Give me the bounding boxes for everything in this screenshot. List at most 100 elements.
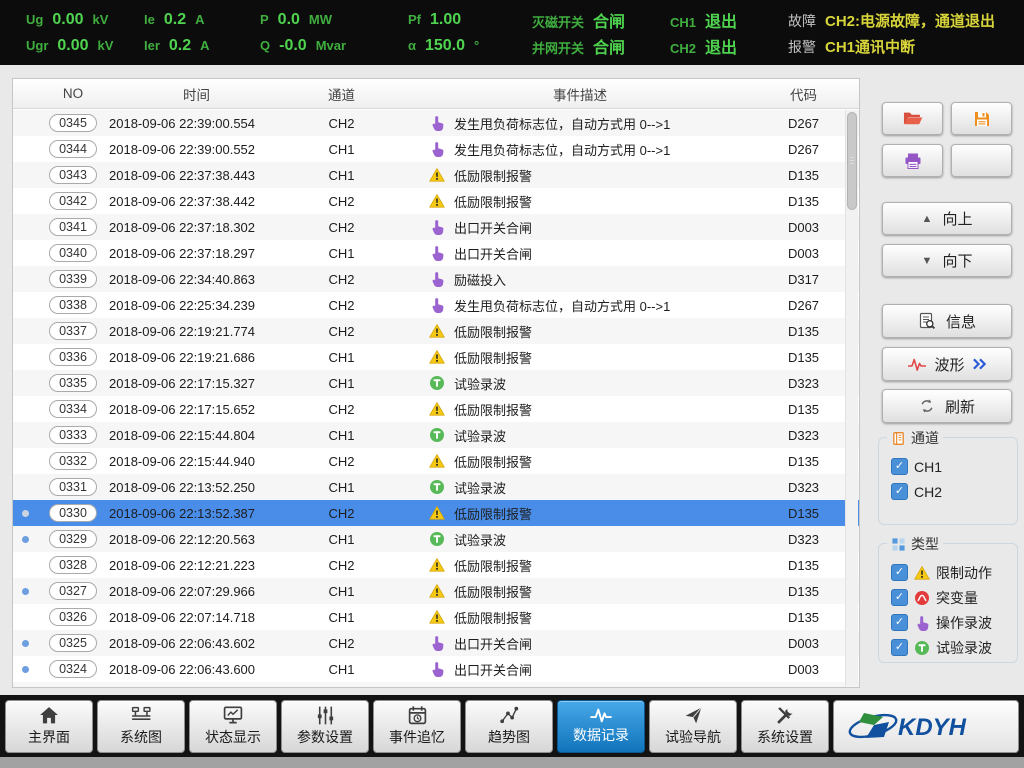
row-description: 出口开关合闸 — [399, 634, 761, 653]
type-checkbox-2[interactable]: ✓操作录波 — [891, 610, 1017, 635]
table-row[interactable]: 03362018-09-06 22:19:21.686CH1低励限制报警D135 — [13, 344, 859, 370]
row-time: 2018-09-06 22:19:21.686 — [109, 350, 284, 365]
open-file-button[interactable] — [882, 102, 943, 135]
row-number-badge: 0333 — [49, 426, 97, 444]
refresh-button[interactable]: 刷新 — [882, 389, 1012, 423]
scroll-up-button[interactable]: ▲ 向上 — [882, 202, 1012, 235]
brand-logo-button[interactable]: KDYH — [833, 700, 1019, 753]
nav-button-diagram[interactable]: 系统图 — [97, 700, 185, 753]
row-description: 低励限制报警 — [399, 608, 761, 627]
row-channel: CH2 — [284, 324, 399, 339]
table-row[interactable]: 03302018-09-06 22:13:52.387CH2低励限制报警D135 — [13, 500, 859, 526]
test-record-icon — [429, 375, 445, 391]
channel-checkbox-ch1[interactable]: ✓CH1 — [891, 454, 1017, 479]
checkbox-label: CH1 — [914, 459, 942, 475]
svg-text:KDYH: KDYH — [898, 714, 967, 741]
nav-button-home[interactable]: 主界面 — [5, 700, 93, 753]
table-row[interactable]: 03242018-09-06 22:06:43.600CH1出口开关合闸D003 — [13, 656, 859, 682]
type-checkbox-0[interactable]: ✓限制动作 — [891, 560, 1017, 585]
table-row[interactable]: 03282018-09-06 22:12:21.223CH2低励限制报警D135 — [13, 552, 859, 578]
row-channel: CH2 — [284, 402, 399, 417]
telemetry-cell: 故障CH2:电源故障，通道退出 — [788, 10, 1014, 31]
table-row[interactable]: 03352018-09-06 22:17:15.327CH1试验录波D323 — [13, 370, 859, 396]
scroll-down-button[interactable]: ▼ 向下 — [882, 244, 1012, 277]
nav-button-recall[interactable]: 事件追忆 — [373, 700, 461, 753]
table-row[interactable]: 03292018-09-06 22:12:20.563CH1试验录波D323 — [13, 526, 859, 552]
row-code: D003 — [761, 636, 846, 651]
nav-button-record[interactable]: 数据记录 — [557, 700, 645, 753]
info-label: 信息 — [946, 311, 976, 332]
row-number-cell: 0340 — [37, 244, 109, 262]
warning-icon — [429, 401, 445, 417]
row-code: D135 — [761, 506, 846, 521]
table-row[interactable]: 03392018-09-06 22:34:40.863CH2励磁投入D317 — [13, 266, 859, 292]
telemetry-unit: MW — [309, 12, 332, 27]
nav-button-monitor[interactable]: 状态显示 — [189, 700, 277, 753]
waveform-button[interactable]: 波形 — [882, 347, 1012, 381]
warning-icon — [429, 453, 445, 469]
table-row[interactable]: 03442018-09-06 22:39:00.552CH1发生甩负荷标志位，自… — [13, 136, 859, 162]
type-checkbox-1[interactable]: ✓突变量 — [891, 585, 1017, 610]
row-code: D135 — [761, 454, 846, 469]
row-number-cell: 0328 — [37, 556, 109, 574]
row-number-cell: 0338 — [37, 296, 109, 314]
triangle-down-icon: ▼ — [922, 255, 933, 267]
table-row[interactable]: 03432018-09-06 22:37:38.443CH1低励限制报警D135 — [13, 162, 859, 188]
table-row[interactable]: 03272018-09-06 22:07:29.966CH1低励限制报警D135 — [13, 578, 859, 604]
row-number-cell: 0343 — [37, 166, 109, 184]
bottom-strip — [0, 757, 1024, 768]
save-button[interactable] — [951, 102, 1012, 135]
table-row[interactable]: 03262018-09-06 22:07:14.718CH1低励限制报警D135 — [13, 604, 859, 630]
telemetry-label: 故障 — [788, 11, 816, 31]
settings-icon — [775, 705, 796, 726]
channel-checkbox-ch2[interactable]: ✓CH2 — [891, 479, 1017, 504]
scrollbar-track[interactable] — [845, 110, 858, 686]
row-description: 发生甩负荷标志位，自动方式用 0-->1 — [399, 140, 761, 159]
nav-button-sliders[interactable]: 参数设置 — [281, 700, 369, 753]
checkbox-label: 操作录波 — [936, 613, 992, 633]
table-row[interactable]: 03342018-09-06 22:17:15.652CH2低励限制报警D135 — [13, 396, 859, 422]
row-time: 2018-09-06 22:15:44.804 — [109, 428, 284, 443]
scroll-up-label: 向上 — [942, 208, 972, 229]
row-description-text: 出口开关合闸 — [454, 660, 532, 679]
row-channel: CH2 — [284, 454, 399, 469]
row-description-text: 低励限制报警 — [454, 400, 532, 419]
table-row[interactable]: 03332018-09-06 22:15:44.804CH1试验录波D323 — [13, 422, 859, 448]
column-header-1: NO — [37, 86, 109, 101]
nav-button-settings[interactable]: 系统设置 — [741, 700, 829, 753]
row-marker-cell — [13, 666, 37, 673]
row-description-text: 出口开关合闸 — [454, 244, 532, 263]
nav-button-trend[interactable]: 趋势图 — [465, 700, 553, 753]
telemetry-label: Ug — [26, 12, 43, 27]
row-number-badge: 0330 — [49, 504, 97, 522]
row-marker-dot — [22, 666, 29, 673]
nav-label: 试验导航 — [665, 727, 721, 747]
type-checkbox-3[interactable]: ✓试验录波 — [891, 635, 1017, 660]
table-row[interactable]: 03382018-09-06 22:25:34.239CH2发生甩负荷标志位，自… — [13, 292, 859, 318]
table-row[interactable]: 03322018-09-06 22:15:44.940CH2低励限制报警D135 — [13, 448, 859, 474]
info-button[interactable]: 信息 — [882, 304, 1012, 338]
nav-button-navigate[interactable]: 试验导航 — [649, 700, 737, 753]
table-row[interactable]: 03452018-09-06 22:39:00.554CH2发生甩负荷标志位，自… — [13, 110, 859, 136]
row-time: 2018-09-06 22:13:52.387 — [109, 506, 284, 521]
table-row[interactable]: 03372018-09-06 22:19:21.774CH2低励限制报警D135 — [13, 318, 859, 344]
row-marker-cell — [13, 588, 37, 595]
blank-button[interactable] — [951, 144, 1012, 177]
document-search-icon — [918, 312, 936, 330]
table-row[interactable]: 03312018-09-06 22:13:52.250CH1试验录波D323 — [13, 474, 859, 500]
table-row[interactable]: 03252018-09-06 22:06:43.602CH2出口开关合闸D003 — [13, 630, 859, 656]
table-row[interactable]: 03402018-09-06 22:37:18.297CH1出口开关合闸D003 — [13, 240, 859, 266]
row-number-badge: 0335 — [49, 374, 97, 392]
table-row[interactable]: 03412018-09-06 22:37:18.302CH2出口开关合闸D003 — [13, 214, 859, 240]
row-description: 出口开关合闸 — [399, 218, 761, 237]
scrollbar-thumb[interactable] — [847, 112, 857, 210]
print-button[interactable] — [882, 144, 943, 177]
telemetry-label: α — [408, 38, 416, 53]
row-description-text: 低励限制报警 — [454, 348, 532, 367]
telemetry-value: 退出 — [705, 8, 737, 32]
telemetry-cell: Pf1.00 — [408, 11, 532, 29]
telemetry-cell: P0.0MW — [260, 11, 408, 29]
table-row[interactable]: 03422018-09-06 22:37:38.442CH2低励限制报警D135 — [13, 188, 859, 214]
row-marker-cell — [13, 640, 37, 647]
nav-label: 事件追忆 — [389, 727, 445, 747]
